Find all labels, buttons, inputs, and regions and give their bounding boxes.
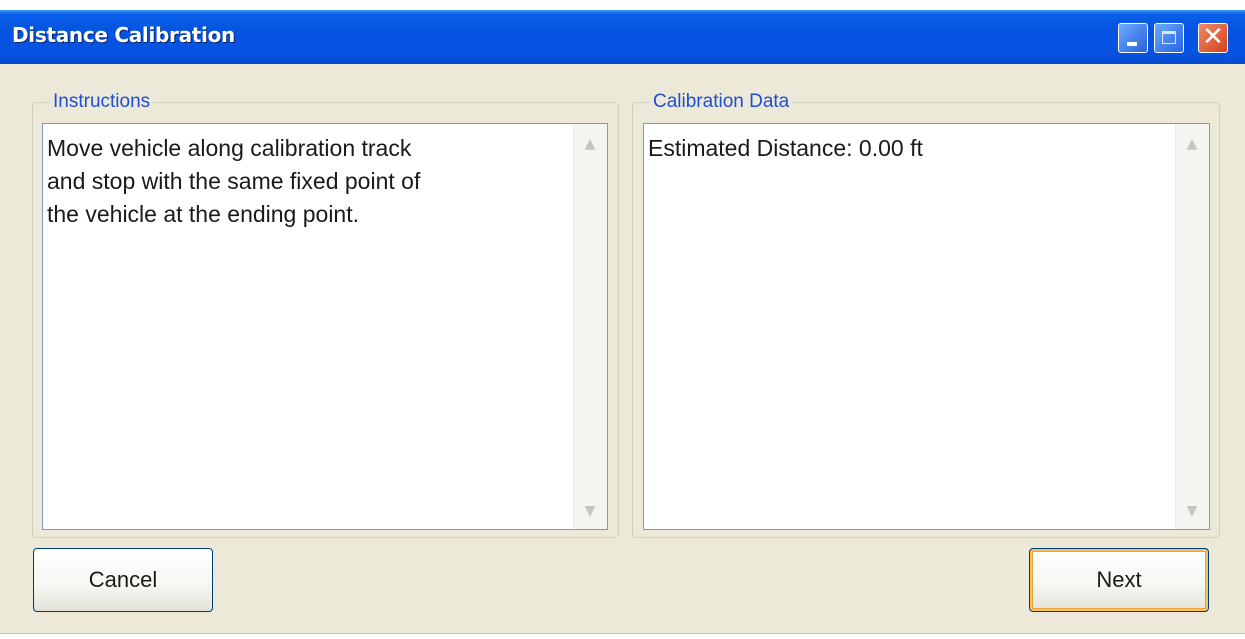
instructions-text: Move vehicle along calibration track and…: [47, 135, 421, 227]
window-title: Distance Calibration: [12, 23, 235, 47]
maximize-button[interactable]: [1154, 23, 1184, 53]
instructions-textbox[interactable]: Move vehicle along calibration track and…: [42, 123, 608, 530]
instructions-legend: Instructions: [50, 91, 154, 113]
window-bottom-border: [0, 633, 1245, 634]
minimize-button[interactable]: [1118, 23, 1148, 53]
close-button[interactable]: ✕: [1198, 23, 1228, 53]
maximize-icon: [1162, 31, 1176, 44]
calibration-data-legend: Calibration Data: [650, 91, 793, 113]
scroll-down-arrow-icon[interactable]: ▼: [1180, 499, 1204, 523]
scroll-up-arrow-icon[interactable]: ▲: [1180, 132, 1204, 156]
close-icon: ✕: [1202, 22, 1224, 52]
estimated-distance-text: Estimated Distance: 0.00 ft: [648, 135, 923, 161]
calibration-data-textbox[interactable]: Estimated Distance: 0.00 ft ▲ ▼: [643, 123, 1210, 530]
title-bar[interactable]: Distance Calibration ✕: [0, 10, 1245, 64]
scroll-up-arrow-icon[interactable]: ▲: [578, 132, 602, 156]
calibration-data-group: Calibration Data Estimated Distance: 0.0…: [632, 91, 1220, 538]
minimize-icon: [1127, 42, 1137, 46]
calibration-data-scrollbar[interactable]: ▲ ▼: [1175, 124, 1209, 529]
next-button[interactable]: Next: [1029, 548, 1209, 612]
cancel-button[interactable]: Cancel: [33, 548, 213, 612]
instructions-group: Instructions Move vehicle along calibrat…: [32, 91, 619, 538]
instructions-scrollbar[interactable]: ▲ ▼: [573, 124, 607, 529]
distance-calibration-window: Distance Calibration ✕ Instructions Move…: [0, 10, 1245, 634]
scroll-down-arrow-icon[interactable]: ▼: [578, 499, 602, 523]
